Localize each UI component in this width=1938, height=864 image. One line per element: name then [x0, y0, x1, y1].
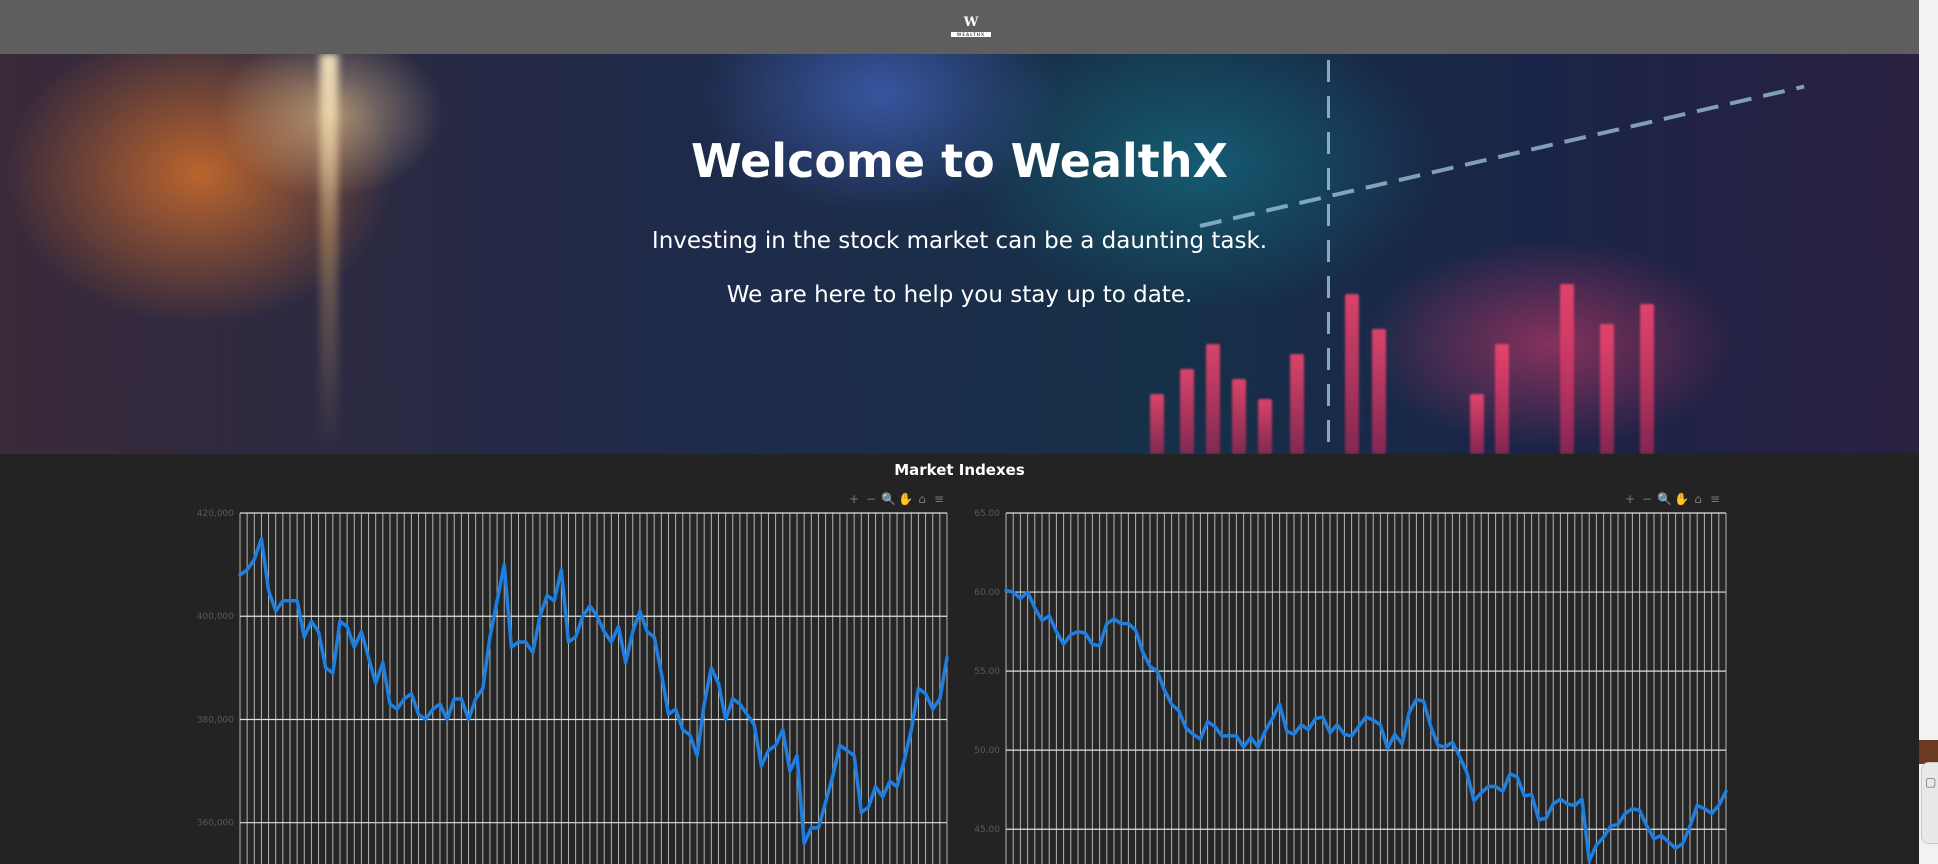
section-title: Market Indexes: [894, 461, 1025, 479]
logo-mark: W: [963, 15, 979, 30]
hero-bar: [1640, 304, 1654, 454]
hero-bar: [1495, 344, 1509, 454]
hero-bar: [1180, 369, 1194, 454]
y-tick-label: 360,000: [197, 819, 234, 829]
hero-bar: [1206, 344, 1220, 454]
hero-bar: [1345, 294, 1359, 454]
hero-bar: [1290, 354, 1304, 454]
chart-plot-1[interactable]: 420,000 400,000 380,000 360,000: [185, 486, 950, 864]
market-index-chart-1: + − 🔍 ✋ ⌂ ≡ 420,000 400,000 380,000 360,000: [185, 486, 950, 864]
y-tick-label: 380,000: [197, 715, 234, 725]
hero-bar: [1150, 394, 1164, 454]
page-edge-accent: [1919, 740, 1938, 764]
y-tick-label: 60.00: [974, 588, 1000, 598]
side-widget-icon: ▢: [1925, 775, 1937, 789]
y-tick-label: 55.00: [974, 667, 1000, 677]
floating-side-widget[interactable]: ▢: [1921, 762, 1938, 844]
top-navbar: W WEALTHX: [0, 0, 1919, 55]
hero-bar: [1600, 324, 1614, 454]
hero-banner: Welcome to WealthX Investing in the stoc…: [0, 54, 1919, 454]
logo-wordmark: WEALTHX: [951, 32, 991, 37]
hero-dashed-line: [1327, 60, 1330, 454]
hero-title: Welcome to WealthX: [691, 134, 1228, 188]
hero-bar: [1470, 394, 1484, 454]
y-tick-label: 65.00: [974, 509, 1000, 519]
hero-subtitle-2: We are here to help you stay up to date.: [726, 282, 1193, 308]
hero-subtitle-1: Investing in the stock market can be a d…: [651, 228, 1268, 254]
y-tick-label: 45.00: [974, 825, 1000, 835]
market-index-chart-2: + − 🔍 ✋ ⌂ ≡ 65.00 60.00 55.00 50.00 45.00: [960, 486, 1730, 864]
wealthx-logo[interactable]: W WEALTHX: [950, 16, 992, 40]
chart-plot-2[interactable]: 65.00 60.00 55.00 50.00 45.00: [960, 486, 1730, 864]
y-tick-label: 400,000: [197, 612, 234, 622]
hero-bar: [1232, 379, 1246, 454]
y-tick-label: 420,000: [197, 509, 234, 519]
page: W WEALTHX Welcome to WealthX Investing i…: [0, 0, 1938, 864]
hero-bar: [1258, 399, 1272, 454]
plot-area: [240, 513, 947, 864]
hero-bar: [1372, 329, 1386, 454]
y-tick-label: 50.00: [974, 746, 1000, 756]
page-edge-strip: [1919, 0, 1938, 864]
